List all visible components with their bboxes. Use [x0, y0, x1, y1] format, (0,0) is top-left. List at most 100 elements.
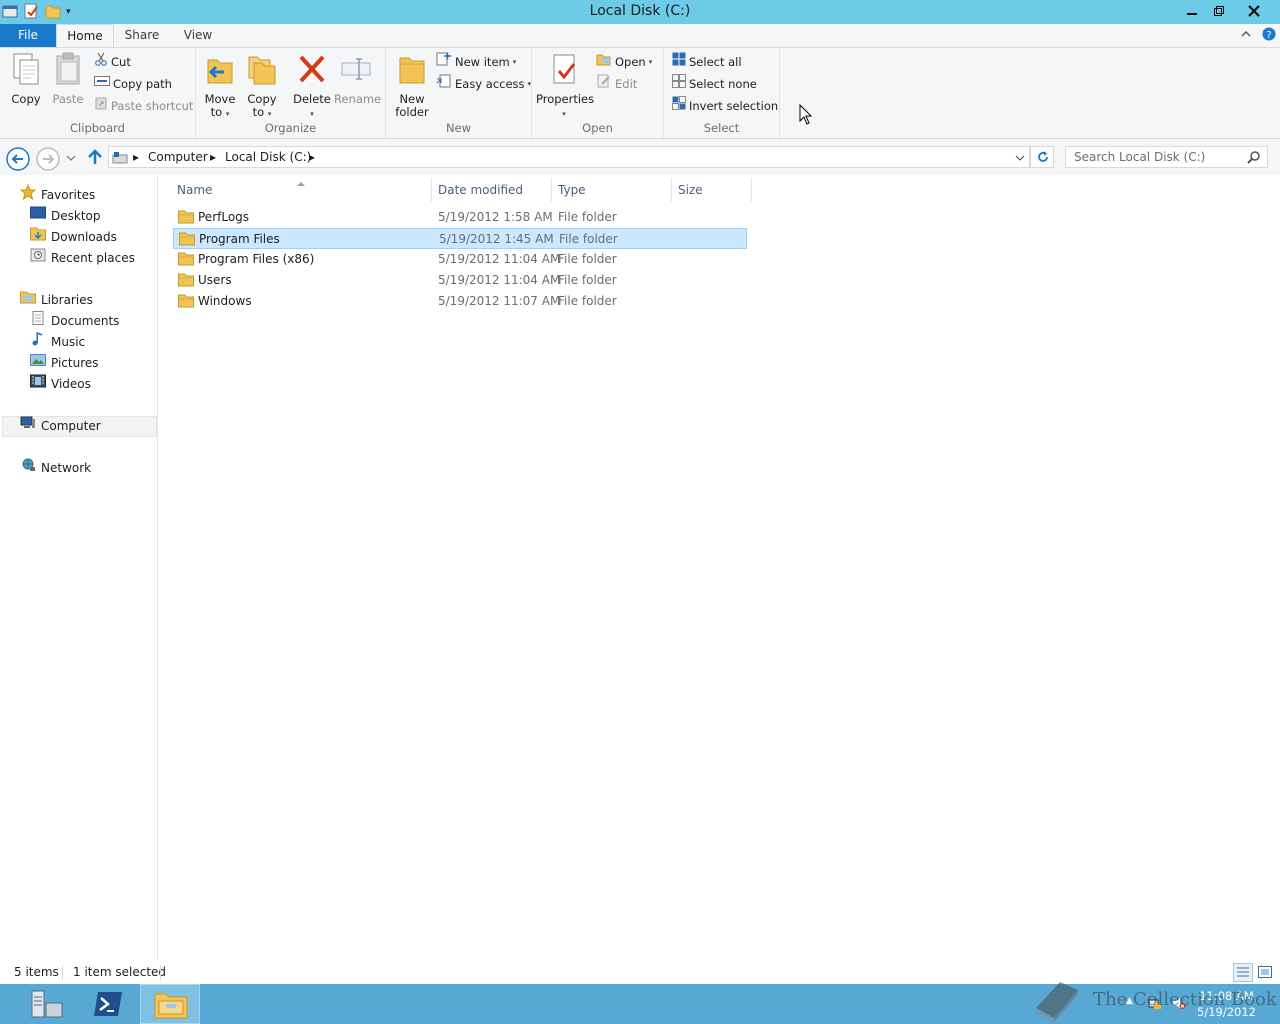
- column-header-size[interactable]: Size: [672, 178, 752, 202]
- open-group: Properties ▾ Open ▾ Edit Open: [532, 48, 664, 138]
- nav-label: Favorites: [41, 188, 96, 202]
- recent-locations-chevron-icon[interactable]: [66, 152, 76, 166]
- refresh-button[interactable]: [1030, 146, 1054, 168]
- breadcrumb-separator-icon[interactable]: ▸: [309, 150, 315, 164]
- folder-icon: [178, 294, 194, 311]
- up-arrow-icon[interactable]: [86, 148, 104, 169]
- properties-icon: [536, 52, 592, 89]
- address-dropdown-icon[interactable]: [1015, 152, 1025, 166]
- column-header-name[interactable]: Name: [171, 178, 432, 202]
- easy-access-button[interactable]: Easy access ▾: [436, 74, 531, 94]
- tab-file[interactable]: File: [0, 24, 56, 47]
- forward-button[interactable]: [36, 147, 60, 171]
- column-header-date[interactable]: Date modified: [432, 178, 552, 202]
- breadcrumb-separator-icon[interactable]: ▸: [133, 150, 139, 164]
- file-name: Program Files (x86): [198, 252, 315, 266]
- computer-icon: [20, 416, 36, 436]
- copy-to-button[interactable]: Copy to ▾: [244, 52, 280, 121]
- minimize-button[interactable]: [1178, 0, 1205, 22]
- minimize-ribbon-icon[interactable]: [1240, 28, 1252, 43]
- invert-selection-icon: [672, 96, 686, 116]
- table-row[interactable]: Windows 5/19/2012 11:07 AM File folder: [173, 291, 747, 312]
- breadcrumb-local-disk[interactable]: Local Disk (C:): [225, 150, 311, 164]
- delete-button[interactable]: Delete ▾: [292, 52, 332, 121]
- star-icon: [19, 183, 37, 206]
- nav-item-libraries[interactable]: Libraries: [20, 290, 93, 310]
- rename-icon: [334, 52, 378, 89]
- rename-button[interactable]: Rename: [334, 52, 382, 106]
- nav-label: Computer: [41, 419, 101, 433]
- table-row[interactable]: Program Files (x86) 5/19/2012 11:04 AM F…: [173, 249, 747, 270]
- copy-path-button[interactable]: Copy path: [94, 74, 172, 94]
- taskbar-server-manager[interactable]: [18, 984, 78, 1024]
- search-icon[interactable]: [1247, 150, 1261, 167]
- column-header-type[interactable]: Type: [552, 178, 672, 202]
- nav-item-pictures[interactable]: Pictures: [30, 353, 99, 373]
- paste-shortcut-label: Paste shortcut: [111, 99, 194, 113]
- navigation-pane: Favorites Desktop Downloads Recent place…: [0, 176, 158, 961]
- new-item-icon: [436, 52, 452, 72]
- nav-label: Downloads: [51, 230, 117, 244]
- move-to-button[interactable]: Move to ▾: [202, 52, 238, 121]
- nav-item-music[interactable]: Music: [30, 331, 85, 352]
- back-button[interactable]: [6, 147, 30, 171]
- search-box[interactable]: Search Local Disk (C:): [1065, 146, 1268, 168]
- restore-button[interactable]: [1205, 0, 1232, 22]
- breadcrumb-separator-icon[interactable]: ▸: [210, 150, 216, 164]
- nav-item-network[interactable]: Network: [20, 458, 91, 478]
- nav-item-recent-places[interactable]: Recent places: [30, 248, 135, 268]
- copy-to-icon: [244, 52, 280, 89]
- file-date: 5/19/2012 11:07 AM: [438, 294, 561, 308]
- properties-button[interactable]: Properties ▾: [536, 52, 594, 121]
- new-group: New folder New item ▾ Easy access ▾ New: [386, 48, 532, 138]
- select-all-icon: [672, 52, 686, 72]
- help-icon[interactable]: ?: [1262, 27, 1276, 44]
- breadcrumb-computer[interactable]: Computer: [148, 150, 208, 164]
- copy-button[interactable]: Copy: [6, 52, 46, 106]
- organize-group-label: Organize: [264, 121, 317, 135]
- taskbar-powershell[interactable]: [78, 984, 138, 1024]
- ribbon-tab-row: File Home Share View ?: [0, 24, 1280, 48]
- nav-item-downloads[interactable]: Downloads: [30, 227, 117, 247]
- tab-view[interactable]: View: [170, 24, 226, 47]
- open-button[interactable]: Open ▾: [596, 52, 652, 72]
- file-type: File folder: [558, 273, 617, 287]
- nav-item-computer[interactable]: Computer: [20, 416, 101, 436]
- table-row[interactable]: PerfLogs 5/19/2012 1:58 AM File folder: [173, 207, 747, 228]
- paste-shortcut-button[interactable]: Paste shortcut: [94, 96, 193, 116]
- nav-item-desktop[interactable]: Desktop: [30, 206, 101, 226]
- file-list: Name Date modified Type Size PerfLogs 5/…: [159, 176, 1280, 961]
- cut-button[interactable]: Cut: [94, 52, 131, 72]
- nav-label: Desktop: [51, 209, 101, 223]
- select-all-button[interactable]: Select all: [672, 52, 742, 72]
- new-folder-button[interactable]: New folder: [392, 52, 432, 119]
- select-group-label: Select: [703, 121, 740, 135]
- file-type: File folder: [558, 294, 617, 308]
- paste-button[interactable]: Paste: [48, 52, 88, 106]
- file-date: 5/19/2012 11:04 AM: [438, 252, 561, 266]
- select-none-button[interactable]: Select none: [672, 74, 757, 94]
- tab-share[interactable]: Share: [114, 24, 170, 47]
- copy-to-label: Copy: [247, 92, 277, 106]
- new-item-button[interactable]: New item ▾: [436, 52, 516, 72]
- taskbar-file-explorer[interactable]: [140, 984, 200, 1024]
- edit-label: Edit: [615, 77, 638, 91]
- rename-label: Rename: [334, 92, 382, 106]
- table-row[interactable]: Users 5/19/2012 11:04 AM File folder: [173, 270, 747, 291]
- file-date: 5/19/2012 1:45 AM: [439, 232, 554, 246]
- copy-label: Copy: [11, 92, 41, 106]
- invert-selection-button[interactable]: Invert selection: [672, 96, 778, 116]
- open-group-label: Open: [582, 121, 613, 135]
- edit-button[interactable]: Edit: [596, 74, 637, 94]
- address-bar[interactable]: ▸ Computer ▸ Local Disk (C:) ▸: [108, 146, 1030, 168]
- table-row-selected[interactable]: Program Files 5/19/2012 1:45 AM File fol…: [173, 228, 747, 249]
- paste-shortcut-icon: [94, 96, 108, 116]
- nav-label: Recent places: [51, 251, 135, 265]
- file-explorer-icon: [154, 991, 188, 1022]
- tab-home[interactable]: Home: [56, 24, 114, 48]
- nav-item-videos[interactable]: Videos: [30, 374, 91, 394]
- close-button[interactable]: [1232, 0, 1276, 22]
- nav-item-documents[interactable]: Documents: [30, 311, 119, 331]
- nav-item-favorites[interactable]: Favorites: [19, 183, 96, 206]
- copy-to-label-2: to: [252, 105, 265, 119]
